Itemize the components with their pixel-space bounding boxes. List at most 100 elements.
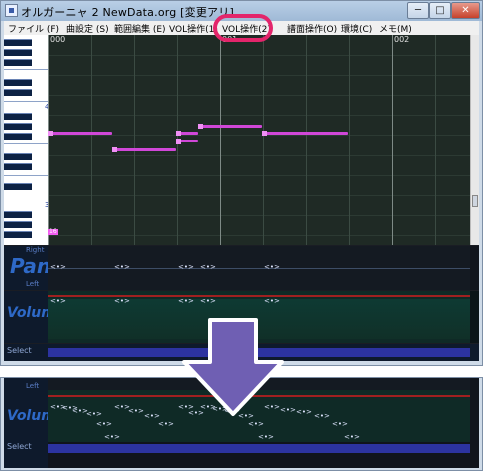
pan-marker[interactable]: <•> — [178, 263, 194, 271]
grid-line — [48, 95, 470, 96]
black-key — [4, 183, 32, 190]
menu-song-settings[interactable]: 曲設定 (S) — [66, 22, 109, 35]
window-title: オルガーニャ 2 NewData.org [変更アリ] — [21, 6, 234, 19]
black-key — [4, 39, 32, 46]
result-label-column: Left Volume Select — [4, 378, 65, 468]
volume-marker[interactable]: <•> — [314, 412, 330, 420]
result-select-label: Select — [7, 442, 32, 451]
vertical-scrollbar[interactable] — [470, 35, 479, 245]
measure-number: 002 — [394, 35, 410, 44]
measure-line — [392, 35, 393, 245]
beat-line — [306, 35, 307, 245]
pan-right-label: Right — [26, 246, 45, 254]
beat-line — [134, 35, 135, 245]
volume-marker[interactable]: <•> — [86, 410, 102, 418]
measure-line — [220, 35, 221, 245]
note[interactable] — [198, 124, 262, 129]
scroll-thumb[interactable] — [472, 195, 478, 207]
note-grid[interactable]: 000 001 002 — [48, 35, 470, 245]
note[interactable] — [48, 131, 112, 136]
highlight-circle — [213, 14, 273, 42]
menu-vol-op-1[interactable]: VOL操作(1) — [169, 22, 218, 35]
black-key — [4, 153, 32, 160]
pan-marker[interactable]: <•> — [114, 263, 130, 271]
menu-score-op[interactable]: 譜面操作(O) — [287, 22, 337, 35]
volume-marker[interactable]: <•> — [248, 420, 264, 428]
grid-line — [48, 75, 470, 76]
pan-grid[interactable]: <•> <•> <•> <•> <•> — [48, 246, 470, 290]
volume-marker[interactable]: <•> — [128, 407, 144, 415]
piano-roll-editor: 4 3 — [4, 35, 479, 361]
volume-marker[interactable]: <•> — [332, 420, 348, 428]
maximize-button[interactable]: □ — [429, 2, 451, 19]
pan-marker[interactable]: <•> — [264, 263, 280, 271]
measure-line — [48, 35, 49, 245]
grid-line — [48, 135, 470, 136]
beat-line — [435, 35, 436, 245]
black-key — [4, 113, 32, 120]
volume-max-line — [48, 295, 470, 297]
volume-marker[interactable]: <•> — [96, 420, 112, 428]
black-key — [4, 123, 32, 130]
menu-environment[interactable]: 環境(C) — [341, 22, 372, 35]
close-button[interactable]: ✕ — [451, 2, 480, 19]
volume-marker[interactable]: <•> — [158, 420, 174, 428]
black-key — [4, 163, 32, 170]
volume-marker[interactable]: <•> — [264, 297, 280, 305]
note[interactable] — [176, 131, 198, 136]
key-divider — [4, 101, 48, 102]
black-key — [4, 133, 32, 140]
note[interactable] — [262, 131, 348, 136]
main-window: オルガーニャ 2 NewData.org [変更アリ] ─ □ ✕ ファイル (… — [0, 0, 483, 366]
black-key — [4, 79, 32, 86]
app-icon[interactable] — [5, 4, 18, 17]
pan-title: Pan — [10, 254, 52, 278]
piano-keyboard[interactable]: 4 3 — [4, 35, 49, 245]
volume-marker[interactable]: <•> — [344, 433, 360, 441]
down-arrow-icon — [182, 318, 284, 416]
black-key — [4, 231, 32, 238]
pan-center-line — [48, 268, 470, 269]
key-divider — [4, 143, 48, 144]
pan-panel: Right Pan Left <•> <•> <•> <•> <•> — [4, 246, 479, 290]
measure-number: 000 — [50, 35, 66, 44]
grid-line — [48, 195, 470, 196]
black-key — [4, 89, 32, 96]
pan-marker[interactable]: <•> — [200, 263, 216, 271]
result-select-range[interactable] — [48, 444, 470, 453]
note-length-label: 16 — [49, 228, 57, 235]
grid-line — [48, 155, 470, 156]
note[interactable] — [176, 139, 198, 144]
note[interactable] — [112, 147, 176, 152]
pan-marker[interactable]: <•> — [50, 263, 66, 271]
volume-label-box: Volume — [4, 291, 65, 343]
volume-marker[interactable]: <•> — [200, 297, 216, 305]
volume-marker[interactable]: <•> — [50, 297, 66, 305]
grid-line — [48, 235, 470, 236]
grid-line — [48, 55, 470, 56]
black-key — [4, 221, 32, 228]
pan-left-label: Left — [26, 280, 40, 288]
beat-line — [263, 35, 264, 245]
grid-line — [48, 115, 470, 116]
black-key — [4, 49, 32, 56]
key-divider — [4, 69, 48, 70]
grid-line — [48, 215, 470, 216]
volume-marker[interactable]: <•> — [104, 433, 120, 441]
menu-file[interactable]: ファイル (F) — [8, 22, 59, 35]
volume-marker[interactable]: <•> — [178, 297, 194, 305]
key-divider — [4, 175, 48, 176]
minimize-button[interactable]: ─ — [407, 2, 429, 19]
volume-marker[interactable]: <•> — [296, 408, 312, 416]
select-label: Select — [7, 346, 32, 355]
result-pan-left-label: Left — [26, 382, 40, 390]
beat-line — [349, 35, 350, 245]
volume-marker[interactable]: <•> — [258, 433, 274, 441]
grid-line — [48, 175, 470, 176]
beat-line — [91, 35, 92, 245]
volume-marker[interactable]: <•> — [144, 412, 160, 420]
menu-memo[interactable]: メモ(M) — [379, 22, 412, 35]
menu-range-edit[interactable]: 範囲編集 (E) — [114, 22, 166, 35]
volume-marker[interactable]: <•> — [114, 297, 130, 305]
black-key — [4, 211, 32, 218]
